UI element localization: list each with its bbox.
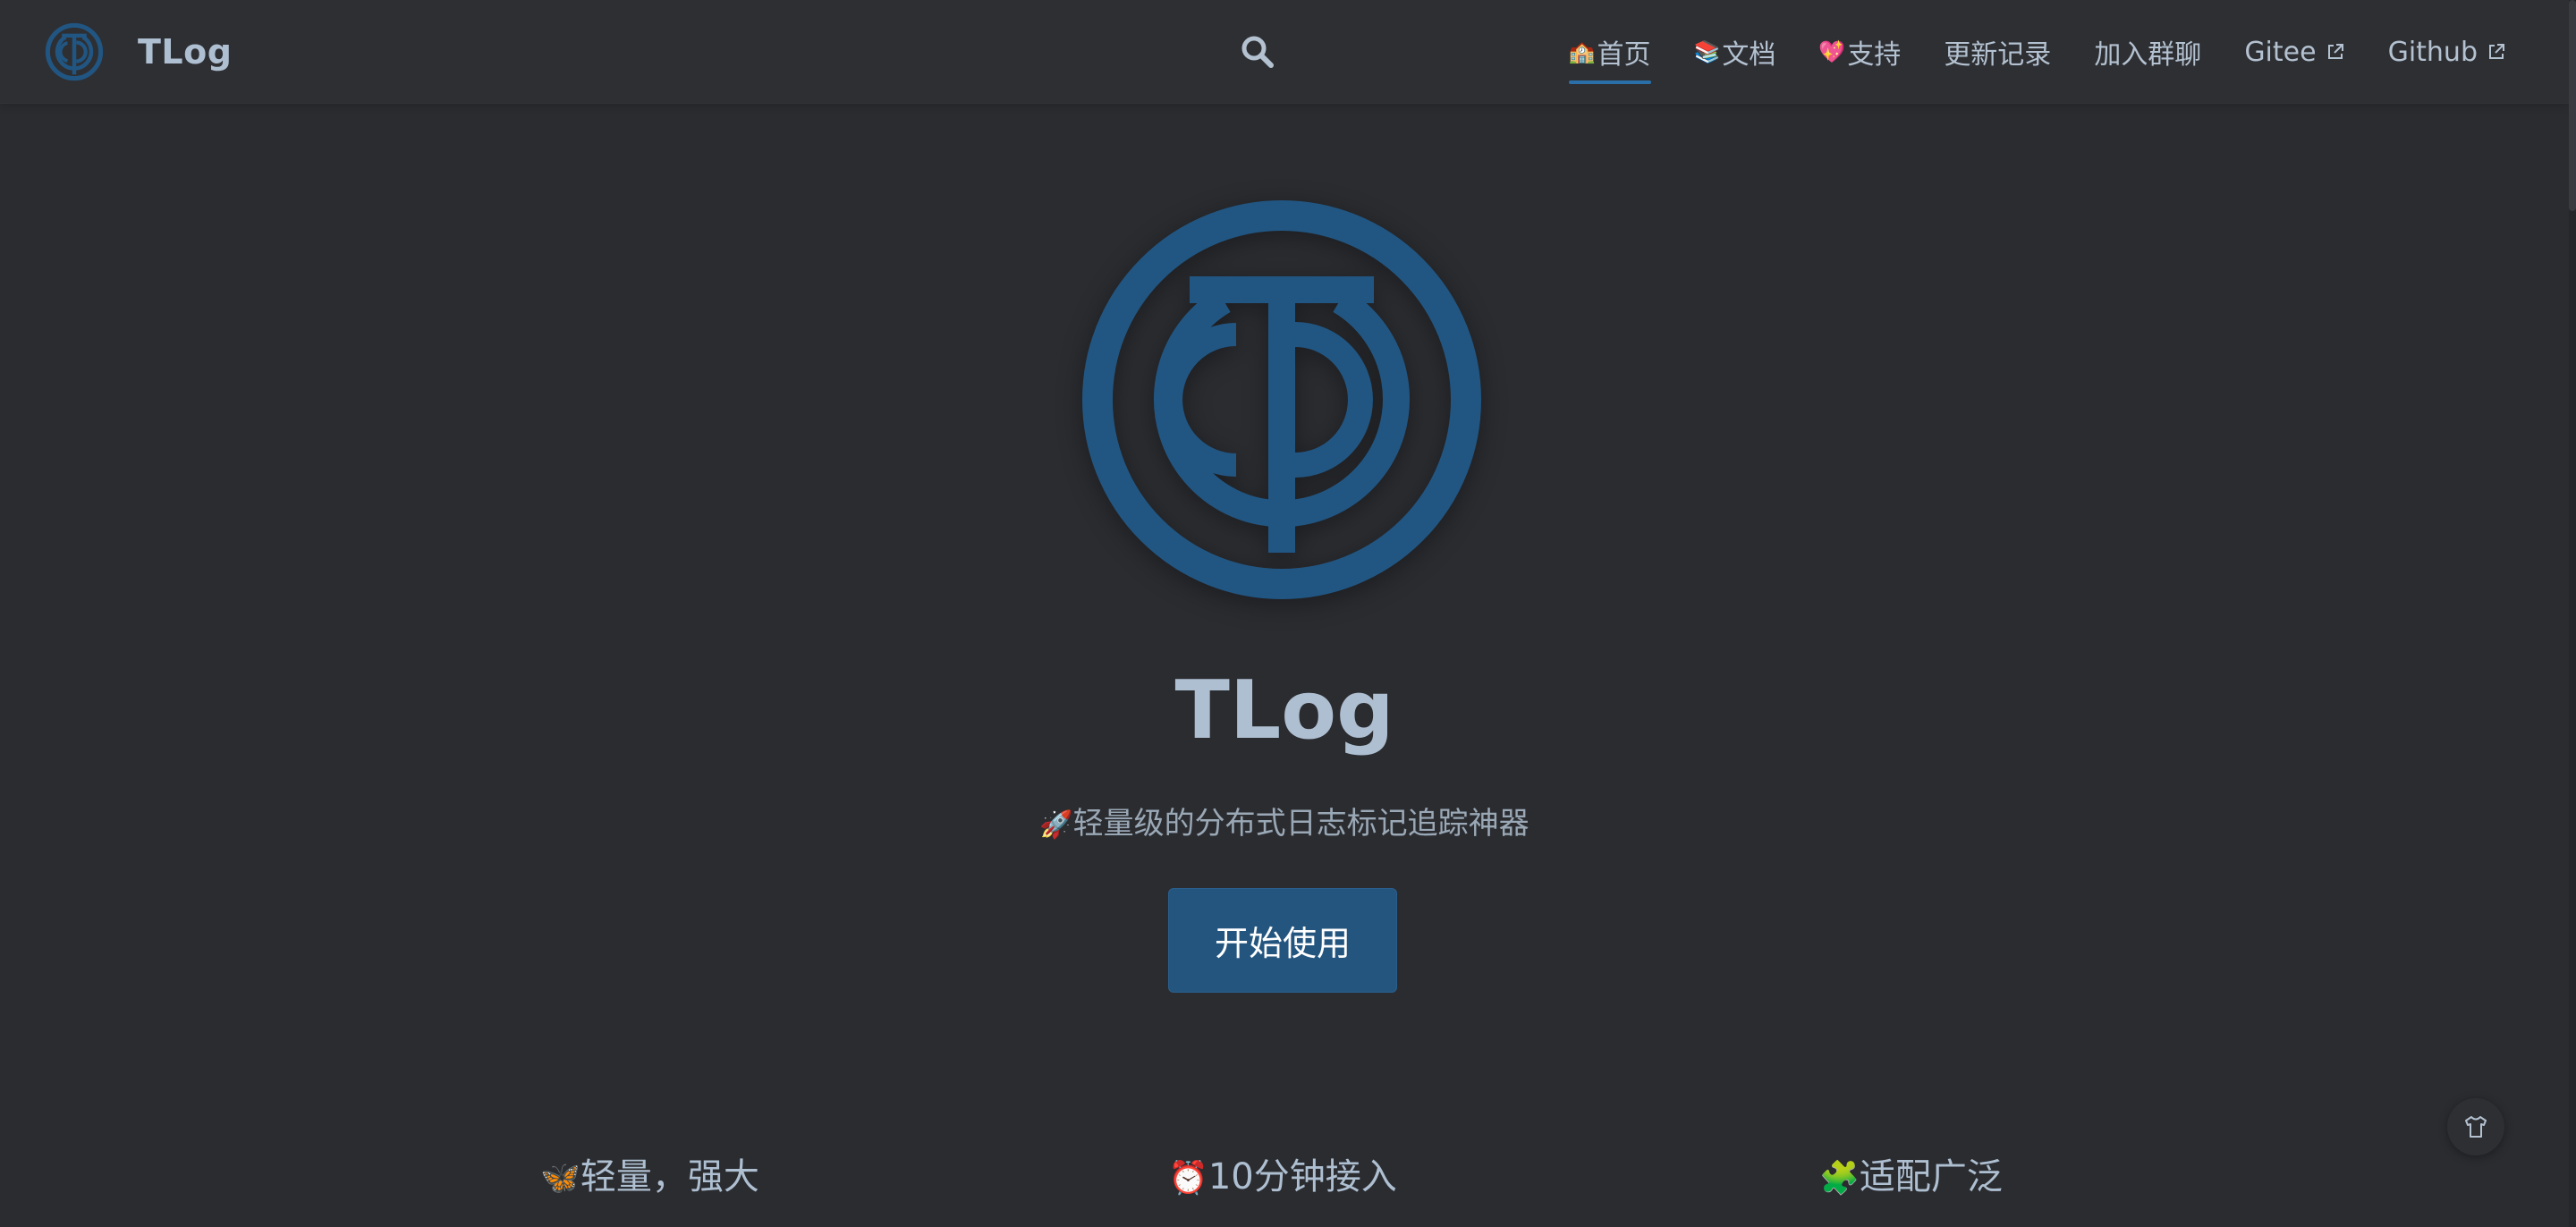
nav-item-label: 加入群聊 [2094, 39, 2202, 71]
brand-title: TLog [138, 32, 233, 72]
hero-title: TLog [1174, 664, 1394, 757]
nav-item-label: Gitee [2244, 36, 2317, 68]
puzzle-emoji-icon: 🧩 [1819, 1160, 1860, 1197]
feature-title: ⏰10分钟接入 [1168, 1150, 1397, 1206]
heart-emoji-icon: 💖 [1818, 39, 1846, 64]
nav-item-label: Github [2387, 36, 2478, 68]
external-link-icon [2489, 44, 2504, 59]
nav-item-home[interactable]: 🏫 首页 [1568, 32, 1651, 84]
scrollbar-thumb[interactable] [2569, 0, 2576, 211]
rocket-emoji-icon: 🚀 [1039, 809, 1073, 841]
feature-title-text: 轻量，强大 [580, 1156, 759, 1197]
tlog-hero-logo-icon [1082, 200, 1481, 599]
nav-item-label: 支持 [1847, 39, 1902, 71]
nav-links: 🏫 首页 📚 文档 💖 支持 更新记录 加入群聊 Gitee Github [1568, 0, 2506, 104]
top-navbar: TLog 🏫 首页 📚 文档 💖 支持 更新记录 加入群聊 Gitee Gith… [0, 0, 2569, 104]
hero-description: 🚀轻量级的分布式日志标记追踪神器 [0, 801, 2569, 848]
search-button[interactable] [1240, 34, 1275, 70]
hero-description-text: 轻量级的分布式日志标记追踪神器 [1072, 806, 1530, 842]
nav-item-label: 首页 [1597, 39, 1651, 71]
shirt-icon [2465, 1116, 2487, 1138]
nav-item-join-group[interactable]: 加入群聊 [2094, 32, 2201, 72]
feature-title-text: 10分钟接入 [1208, 1156, 1397, 1197]
external-link-icon [2327, 44, 2343, 59]
feature-title: 🧩适配广泛 [1819, 1150, 2003, 1206]
tlog-logo-icon [45, 22, 104, 81]
nav-item-support[interactable]: 💖 支持 [1818, 32, 1901, 72]
nav-item-changelog[interactable]: 更新记录 [1944, 32, 2051, 72]
nav-item-label: 更新记录 [1944, 39, 2052, 71]
feature-title: 🦋轻量，强大 [540, 1150, 759, 1206]
school-emoji-icon: 🏫 [1568, 39, 1596, 64]
scrollbar-track[interactable] [2569, 0, 2576, 1227]
books-emoji-icon: 📚 [1693, 39, 1721, 64]
search-icon [1241, 36, 1274, 68]
home-link[interactable]: TLog [45, 20, 232, 84]
nav-item-gitee[interactable]: Gitee [2244, 37, 2344, 68]
feature-title-text: 适配广泛 [1859, 1156, 2003, 1197]
nav-item-github[interactable]: Github [2388, 37, 2506, 68]
nav-item-label: 文档 [1722, 39, 1776, 71]
alarm-clock-emoji-icon: ⏰ [1168, 1160, 1208, 1197]
nav-item-docs[interactable]: 📚 文档 [1694, 32, 1776, 72]
theme-switch-button[interactable] [2447, 1098, 2504, 1155]
get-started-button[interactable]: 开始使用 [1168, 888, 1397, 993]
butterfly-emoji-icon: 🦋 [540, 1160, 580, 1197]
